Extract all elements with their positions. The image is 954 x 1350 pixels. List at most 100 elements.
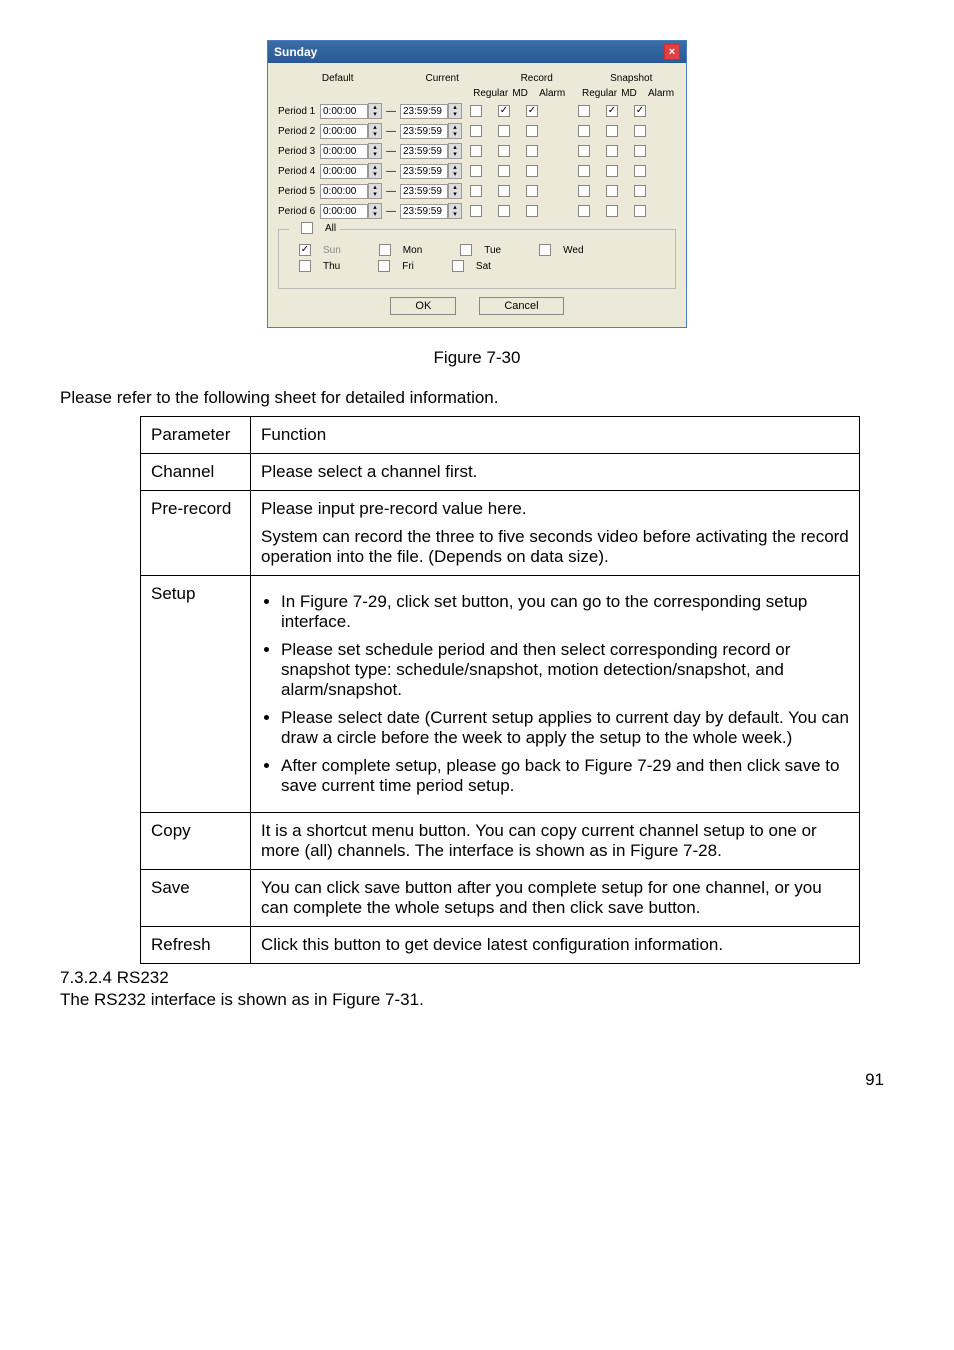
rec-regular-checkbox[interactable]: [470, 125, 482, 137]
spinner-icon[interactable]: ▴▾: [368, 183, 382, 199]
section-heading: 7.3.2.4 RS232: [60, 968, 894, 988]
rec-alarm-checkbox[interactable]: [526, 125, 538, 137]
period-to-input[interactable]: [400, 164, 448, 179]
rec-md-checkbox[interactable]: [498, 125, 510, 137]
sun-label: Sun: [323, 245, 341, 256]
period-from-input[interactable]: [320, 124, 368, 139]
period-to-input[interactable]: [400, 144, 448, 159]
rec-regular-checkbox[interactable]: [470, 185, 482, 197]
spinner-icon[interactable]: ▴▾: [368, 143, 382, 159]
rec-md-checkbox[interactable]: [498, 165, 510, 177]
dialog-title: Sunday: [274, 45, 317, 59]
wed-checkbox[interactable]: [539, 244, 551, 256]
row-save-v: You can click save button after you comp…: [251, 870, 860, 927]
rec-alarm-checkbox[interactable]: [526, 205, 538, 217]
spinner-icon[interactable]: ▴▾: [448, 203, 462, 219]
rec-alarm-checkbox[interactable]: [526, 105, 538, 117]
figure-caption: Figure 7-30: [60, 348, 894, 368]
snap-regular-checkbox[interactable]: [578, 125, 590, 137]
snap-alarm-checkbox[interactable]: [634, 185, 646, 197]
period-to-input[interactable]: [400, 124, 448, 139]
snap-alarm-checkbox[interactable]: [634, 105, 646, 117]
sub-alarm: Alarm: [537, 88, 567, 99]
rec-regular-checkbox[interactable]: [470, 165, 482, 177]
sat-checkbox[interactable]: [452, 260, 464, 272]
rec-md-checkbox[interactable]: [498, 145, 510, 157]
range-dash: —: [386, 186, 396, 197]
page-number: 91: [60, 1070, 894, 1090]
setup-b3: Please select date (Current setup applie…: [281, 708, 849, 748]
snap-regular-checkbox[interactable]: [578, 185, 590, 197]
thu-checkbox[interactable]: [299, 260, 311, 272]
snap-alarm-checkbox[interactable]: [634, 145, 646, 157]
close-icon[interactable]: ×: [664, 44, 680, 60]
spinner-icon[interactable]: ▴▾: [368, 163, 382, 179]
all-label: All: [325, 223, 336, 234]
period-from-input[interactable]: [320, 104, 368, 119]
rec-md-checkbox[interactable]: [498, 205, 510, 217]
range-dash: —: [386, 166, 396, 177]
fri-checkbox[interactable]: [378, 260, 390, 272]
prerecord-line1: Please input pre-record value here.: [261, 499, 849, 519]
snap-md-checkbox[interactable]: [606, 125, 618, 137]
period-to-input[interactable]: [400, 204, 448, 219]
snap-regular-checkbox[interactable]: [578, 145, 590, 157]
row-save-k: Save: [141, 870, 251, 927]
dialog-titlebar: Sunday ×: [268, 41, 686, 63]
mon-checkbox[interactable]: [379, 244, 391, 256]
rec-regular-checkbox[interactable]: [470, 145, 482, 157]
snap-alarm-checkbox[interactable]: [634, 165, 646, 177]
spinner-icon[interactable]: ▴▾: [368, 123, 382, 139]
snap-md-checkbox[interactable]: [606, 145, 618, 157]
period-from-input[interactable]: [320, 204, 368, 219]
period-to-input[interactable]: [400, 184, 448, 199]
row-copy-v: It is a shortcut menu button. You can co…: [251, 813, 860, 870]
rec-regular-checkbox[interactable]: [470, 105, 482, 117]
wed-label: Wed: [563, 245, 583, 256]
sub-md: MD: [505, 88, 535, 99]
rec-regular-checkbox[interactable]: [470, 205, 482, 217]
spinner-icon[interactable]: ▴▾: [448, 163, 462, 179]
range-dash: —: [386, 146, 396, 157]
row-prerecord-v: Please input pre-record value here. Syst…: [251, 491, 860, 576]
spinner-icon[interactable]: ▴▾: [368, 203, 382, 219]
header-snapshot: Snapshot: [586, 73, 676, 84]
ok-button[interactable]: OK: [390, 297, 456, 315]
period-label: Period 2: [278, 126, 320, 137]
snap-md-checkbox[interactable]: [606, 185, 618, 197]
snap-regular-checkbox[interactable]: [578, 165, 590, 177]
period-row: Period 6▴▾—▴▾: [278, 203, 676, 219]
rec-md-checkbox[interactable]: [498, 105, 510, 117]
header-default: Default: [278, 73, 397, 84]
snap-md-checkbox[interactable]: [606, 165, 618, 177]
spinner-icon[interactable]: ▴▾: [448, 143, 462, 159]
spinner-icon[interactable]: ▴▾: [448, 183, 462, 199]
row-setup-k: Setup: [141, 576, 251, 813]
rec-md-checkbox[interactable]: [498, 185, 510, 197]
period-from-input[interactable]: [320, 184, 368, 199]
snap-alarm-checkbox[interactable]: [634, 205, 646, 217]
mon-label: Mon: [403, 245, 422, 256]
period-to-input[interactable]: [400, 104, 448, 119]
section-text: The RS232 interface is shown as in Figur…: [60, 990, 894, 1010]
period-from-input[interactable]: [320, 144, 368, 159]
sunday-dialog: Sunday × Default Current Record Snapshot…: [267, 40, 687, 328]
sun-checkbox[interactable]: [299, 244, 311, 256]
rec-alarm-checkbox[interactable]: [526, 185, 538, 197]
cancel-button[interactable]: Cancel: [479, 297, 563, 315]
period-from-input[interactable]: [320, 164, 368, 179]
snap-md-checkbox[interactable]: [606, 105, 618, 117]
rec-alarm-checkbox[interactable]: [526, 165, 538, 177]
snap-alarm-checkbox[interactable]: [634, 125, 646, 137]
spinner-icon[interactable]: ▴▾: [368, 103, 382, 119]
snap-regular-checkbox[interactable]: [578, 105, 590, 117]
period-row: Period 5▴▾—▴▾: [278, 183, 676, 199]
spinner-icon[interactable]: ▴▾: [448, 103, 462, 119]
tue-checkbox[interactable]: [460, 244, 472, 256]
header-record: Record: [487, 73, 587, 84]
all-checkbox[interactable]: [301, 222, 313, 234]
snap-md-checkbox[interactable]: [606, 205, 618, 217]
snap-regular-checkbox[interactable]: [578, 205, 590, 217]
spinner-icon[interactable]: ▴▾: [448, 123, 462, 139]
rec-alarm-checkbox[interactable]: [526, 145, 538, 157]
